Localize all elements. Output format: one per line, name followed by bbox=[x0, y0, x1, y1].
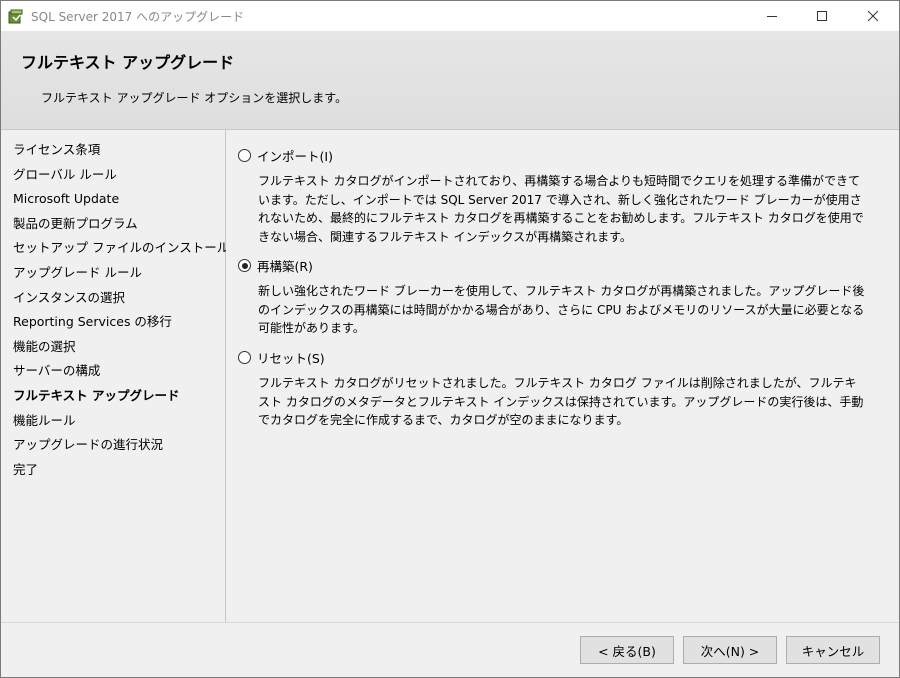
title-bar: SQL Server 2017 へのアップグレード bbox=[1, 1, 899, 31]
option-rebuild-label: 再構築(R) bbox=[257, 259, 313, 274]
nav-item-microsoft-update[interactable]: Microsoft Update bbox=[13, 189, 225, 214]
nav-item-upgrade-progress[interactable]: アップグレードの進行状況 bbox=[13, 435, 225, 460]
nav-item-upgrade-rules[interactable]: アップグレード ルール bbox=[13, 263, 225, 288]
option-reset[interactable]: リセット(S) bbox=[238, 348, 325, 367]
next-button[interactable]: 次へ(N) > bbox=[683, 636, 777, 664]
option-reset-description: フルテキスト カタログがリセットされました。フルテキスト カタログ ファイルは削… bbox=[258, 376, 864, 427]
nav-item-select-instance[interactable]: インスタンスの選択 bbox=[13, 288, 225, 313]
minimize-button[interactable] bbox=[749, 1, 795, 31]
minimize-icon bbox=[767, 16, 777, 17]
nav-item-install-setup-files[interactable]: セットアップ ファイルのインストール bbox=[13, 238, 229, 263]
nav-item-product-updates[interactable]: 製品の更新プログラム bbox=[13, 214, 225, 239]
rebuild-radio[interactable] bbox=[238, 259, 251, 272]
step-navigation: ライセンス条項 グローバル ルール Microsoft Update 製品の更新… bbox=[1, 130, 229, 622]
page-header: フルテキスト アップグレード フルテキスト アップグレード オプションを選択しま… bbox=[1, 31, 899, 130]
back-button[interactable]: < 戻る(B) bbox=[580, 636, 674, 664]
cancel-button[interactable]: キャンセル bbox=[786, 636, 880, 664]
options-panel: インポート(I) フルテキスト カタログがインポートされており、再構築する場合よ… bbox=[226, 130, 899, 622]
nav-item-feature-selection[interactable]: 機能の選択 bbox=[13, 337, 225, 362]
maximize-icon bbox=[817, 11, 827, 21]
option-import-description: フルテキスト カタログがインポートされており、再構築する場合よりも短時間でクエリ… bbox=[258, 174, 864, 244]
nav-item-feature-rules[interactable]: 機能ルール bbox=[13, 411, 225, 436]
nav-item-fulltext-upgrade[interactable]: フルテキスト アップグレード bbox=[13, 386, 225, 411]
nav-item-reporting-services-migration[interactable]: Reporting Services の移行 bbox=[13, 312, 225, 337]
option-rebuild-description: 新しい強化されたワード ブレーカーを使用して、フルテキスト カタログが再構築され… bbox=[258, 284, 865, 335]
close-icon bbox=[867, 10, 879, 22]
nav-item-complete[interactable]: 完了 bbox=[13, 460, 225, 485]
nav-item-server-configuration[interactable]: サーバーの構成 bbox=[13, 361, 225, 386]
option-import[interactable]: インポート(I) bbox=[238, 146, 333, 165]
setup-box-icon bbox=[8, 9, 23, 24]
option-import-label: インポート(I) bbox=[257, 149, 333, 164]
option-rebuild[interactable]: 再構築(R) bbox=[238, 256, 313, 275]
footer-bar: < 戻る(B) 次へ(N) > キャンセル bbox=[1, 622, 899, 677]
page-title: フルテキスト アップグレード bbox=[21, 53, 235, 72]
page-subtitle: フルテキスト アップグレード オプションを選択します。 bbox=[41, 91, 348, 105]
option-reset-label: リセット(S) bbox=[257, 351, 325, 366]
close-button[interactable] bbox=[850, 1, 896, 31]
import-radio[interactable] bbox=[238, 149, 251, 162]
maximize-button[interactable] bbox=[799, 1, 845, 31]
reset-radio[interactable] bbox=[238, 351, 251, 364]
nav-item-global-rules[interactable]: グローバル ルール bbox=[13, 165, 225, 190]
nav-item-license-terms[interactable]: ライセンス条項 bbox=[13, 140, 225, 165]
window-title: SQL Server 2017 へのアップグレード bbox=[31, 10, 245, 24]
setup-window: SQL Server 2017 へのアップグレード フルテキスト アップグレード… bbox=[0, 0, 900, 678]
